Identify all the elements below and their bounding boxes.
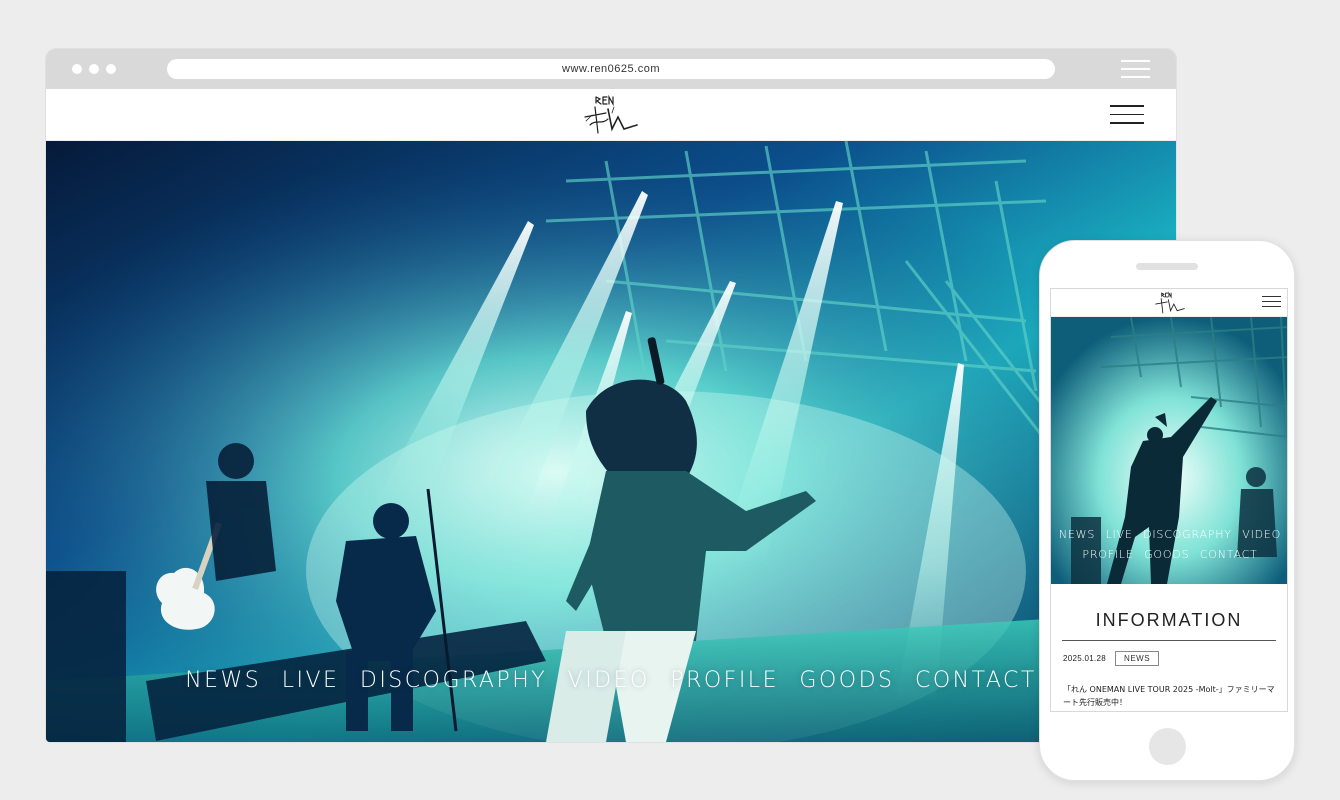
- mobile-nav-goods[interactable]: GOODS: [1144, 548, 1189, 561]
- nav-discography[interactable]: DISCOGRAPHY: [360, 668, 547, 693]
- nav-news[interactable]: NEWS: [185, 668, 261, 693]
- mobile-phone-mock: NEWS LIVE DISCOGRAPHY VIDEO PROFILE GOOD…: [1039, 240, 1295, 781]
- browser-menu-icon[interactable]: [1121, 60, 1150, 78]
- mobile-nav-news[interactable]: NEWS: [1059, 528, 1095, 541]
- window-controls: [72, 64, 116, 74]
- mobile-site-logo[interactable]: [1154, 291, 1186, 315]
- mobile-nav-live[interactable]: LIVE: [1106, 528, 1133, 541]
- nav-live[interactable]: LIVE: [282, 668, 340, 693]
- site-logo[interactable]: [582, 95, 640, 135]
- information-section: INFORMATION 2025.01.28 NEWS 「れん ONEMAN L…: [1051, 584, 1287, 711]
- information-divider: [1062, 640, 1276, 641]
- mobile-hero-image: NEWS LIVE DISCOGRAPHY VIDEO PROFILE GOOD…: [1051, 317, 1287, 584]
- news-item-link[interactable]: 「れん ONEMAN LIVE TOUR 2025 -Molt-」ファミリーマー…: [1063, 683, 1275, 709]
- news-date: 2025.01.28: [1063, 654, 1107, 663]
- nav-goods[interactable]: GOODS: [799, 668, 894, 693]
- information-title: INFORMATION: [1095, 610, 1243, 630]
- mobile-nav-discography[interactable]: DISCOGRAPHY: [1143, 528, 1232, 541]
- main-nav: NEWS LIVE DISCOGRAPHY VIDEO PROFILE GOOD…: [46, 668, 1176, 693]
- news-category-badge: NEWS: [1115, 651, 1160, 666]
- mobile-nav-video[interactable]: VIDEO: [1242, 528, 1281, 541]
- mobile-nav-row-1: NEWS LIVE DISCOGRAPHY VIDEO: [1051, 525, 1287, 543]
- nav-profile[interactable]: PROFILE: [670, 668, 779, 693]
- news-item-meta: 2025.01.28 NEWS: [1063, 651, 1275, 666]
- mobile-header: [1051, 289, 1287, 317]
- address-bar[interactable]: www.ren0625.com: [167, 59, 1055, 79]
- browser-toolbar: www.ren0625.com: [46, 49, 1176, 89]
- mobile-screen: NEWS LIVE DISCOGRAPHY VIDEO PROFILE GOOD…: [1050, 288, 1288, 712]
- phone-home-button: [1149, 728, 1186, 765]
- phone-speaker: [1136, 263, 1198, 270]
- site-menu-icon[interactable]: [1110, 105, 1144, 125]
- hero-concert-image: NEWS LIVE DISCOGRAPHY VIDEO PROFILE GOOD…: [46, 141, 1176, 742]
- nav-video[interactable]: VIDEO: [568, 668, 650, 693]
- mobile-menu-icon[interactable]: [1262, 296, 1281, 310]
- mobile-nav-profile[interactable]: PROFILE: [1082, 548, 1133, 561]
- nav-contact[interactable]: CONTACT: [915, 668, 1037, 693]
- mobile-nav-contact[interactable]: CONTACT: [1200, 548, 1258, 561]
- mobile-nav-row-2: PROFILE GOODS CONTACT: [1051, 545, 1287, 563]
- desktop-browser-mock: www.ren0625.com NEWS LIVE DISCOGRAPHY VI…: [46, 49, 1176, 742]
- site-header: [46, 89, 1176, 141]
